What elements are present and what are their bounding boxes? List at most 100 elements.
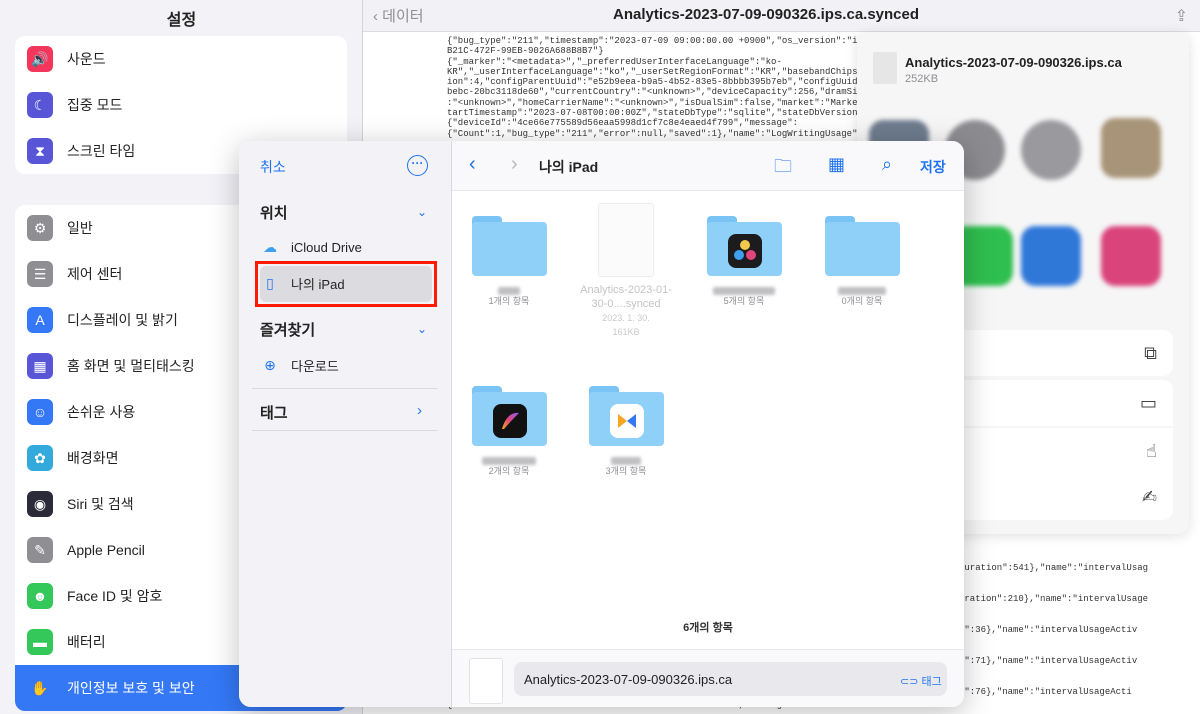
json-line: n":76},"name":"intervalUsageActi [959,687,1132,697]
app-icon-blurred[interactable] [1021,226,1081,286]
chevron-right-icon[interactable]: › [511,153,518,176]
item-count: 1개의 항목 [488,296,530,306]
settings-item-label: 스크린 타임 [67,143,136,159]
infuse-icon [609,404,644,438]
items-total: 6개의 항목 [683,622,733,634]
share-file-size: 252KB [905,73,939,85]
folder-icon [706,216,782,276]
chevron-left-icon: ‹ [373,8,383,25]
cancel-button[interactable]: 취소 [260,157,286,177]
back-button[interactable]: ‹ 데이터 [373,5,424,26]
share-icon[interactable]: ⇪ [1175,6,1188,26]
download-icon: ⊕ [264,357,276,373]
settings-item-label: 제어 센터 [67,266,123,282]
moon-icon: ☾ [27,92,53,118]
divider [252,430,438,431]
speaker-icon: 🔊 [27,46,53,72]
item-count: 2개의 항목 [488,466,530,476]
sidebar-item-label: iCloud Drive [291,240,362,255]
picker-sidebar: 취소 ··· 위치 ⌄ ☁ iCloud Drive ▯ 나의 iPad 즐겨찾… [239,141,452,707]
picker-browser: ‹ › 나의 iPad 🗀 ▦ ⌕ 저장 1개의 항목 Analytics-20… [452,141,964,707]
airdrop-target-blurred[interactable] [1101,118,1161,178]
chevron-right-icon[interactable]: › [417,402,422,419]
grid-icon: ▦ [27,353,53,379]
gear-icon: ⚙ [27,215,53,241]
folder-item[interactable]: 2개의 항목 [460,386,558,477]
tags-header[interactable]: 태그 [260,402,288,423]
favorites-header[interactable]: 즐겨찾기 [260,319,315,340]
search-icon[interactable]: ⌕ [882,154,892,175]
folder-item[interactable]: 5개의 항목 [695,216,793,307]
chevron-down-icon[interactable]: ⌄ [417,205,427,219]
settings-item-label: 배터리 [67,634,106,650]
tag-button-label: 태그 [921,676,942,688]
locations-header[interactable]: 위치 [260,202,288,223]
json-line: uration":210},"name":"intervalUsage [959,594,1149,604]
folder-icon [824,216,900,276]
settings-item-label: Face ID 및 암호 [67,588,163,604]
markup-icon: ✍ [1141,486,1157,507]
red-highlight-box [255,261,437,307]
settings-item-label: Apple Pencil [67,542,145,558]
settings-item-label: 디스플레이 및 밝기 [67,312,178,328]
file-date: 2023. 1. 30. [602,313,650,323]
file-name: Analytics-2023-01-30-0....synced [580,284,672,310]
sidebar-item-downloads[interactable]: ⊕ 다운로드 [261,356,339,375]
json-line: n":71},"name":"intervalUsageActiv [959,656,1138,666]
sidebar-item-label: 다운로드 [291,359,339,374]
settings-item-label: 일반 [67,220,93,236]
toggles-icon: ☰ [27,261,53,287]
folder-item[interactable]: 1개의 항목 [460,216,558,307]
battery-icon: ▬ [27,629,53,655]
settings-item[interactable]: 🔊 사운드 [15,36,347,82]
app-icon-blurred[interactable] [1101,226,1161,286]
back-button-label: 데이터 [382,8,424,25]
settings-title: 설정 [166,12,197,29]
file-size: 161KB [612,327,640,337]
viewer-title: Analytics-2023-07-09-090326.ips.ca.synce… [613,6,920,23]
browser-toolbar: ‹ › 나의 iPad 🗀 ▦ ⌕ 저장 [452,141,964,191]
hand-pointer-icon: ☝ [1146,440,1157,461]
json-line: Duration":541},"name":"intervalUsag [959,563,1149,573]
location-title: 나의 iPad [539,159,599,175]
settings-item-label: 배경화면 [67,450,119,466]
share-file-name: Analytics-2023-07-09-090326.ips.ca [905,55,1122,70]
folder-icon: ▭ [1139,392,1157,413]
tag-button[interactable]: ⊂⊃ 태그 [900,673,942,689]
file-item-disabled: Analytics-2023-01-30-0....synced 2023. 1… [577,203,675,339]
sidebar-item-icloud-drive[interactable]: ☁ iCloud Drive [261,239,362,256]
folder-item[interactable]: 3개의 항목 [577,386,675,477]
more-icon[interactable]: ··· [407,155,428,176]
json-content-lower: Duration":541},"name":"intervalUsag urati… [959,553,1199,708]
new-folder-icon[interactable]: 🗀 [774,154,792,184]
item-count: 5개의 항목 [723,296,765,306]
chevron-down-icon[interactable]: ⌄ [417,322,427,336]
blurred-folder-name [611,457,641,465]
item-count: 0개의 항목 [841,296,883,306]
chevron-left-icon[interactable]: ‹ [469,153,476,176]
blurred-folder-name [713,287,775,295]
viewer-toolbar: ‹ 데이터 Analytics-2023-07-09-090326.ips.ca… [363,0,1200,32]
siri-icon: ◉ [27,491,53,517]
blurred-folder-name [838,287,886,295]
filename-input[interactable] [514,662,947,696]
grid-view-icon[interactable]: ▦ [828,154,845,175]
save-button[interactable]: 저장 [920,157,946,177]
settings-item[interactable]: ☾ 집중 모드 [15,82,347,128]
settings-item-label: Siri 및 검색 [67,496,134,512]
airdrop-target-blurred[interactable] [1021,120,1081,180]
davinci-resolve-icon [727,234,762,268]
file-thumbnail [469,658,503,704]
pencil-icon: ✎ [27,537,53,563]
folder-icon [471,386,547,446]
settings-item-label: 사운드 [67,51,106,67]
folder-item[interactable]: 0개의 항목 [813,216,911,307]
copy-icon: ⧉ [1144,342,1157,363]
hourglass-icon: ⧗ [27,138,53,164]
settings-item-label: 집중 모드 [67,97,123,113]
save-bar: ⊂⊃ 태그 [452,649,964,707]
folder-icon [588,386,664,446]
accessibility-icon: ☺ [27,399,53,425]
procreate-icon [492,404,527,438]
item-count: 3개의 항목 [605,466,647,476]
